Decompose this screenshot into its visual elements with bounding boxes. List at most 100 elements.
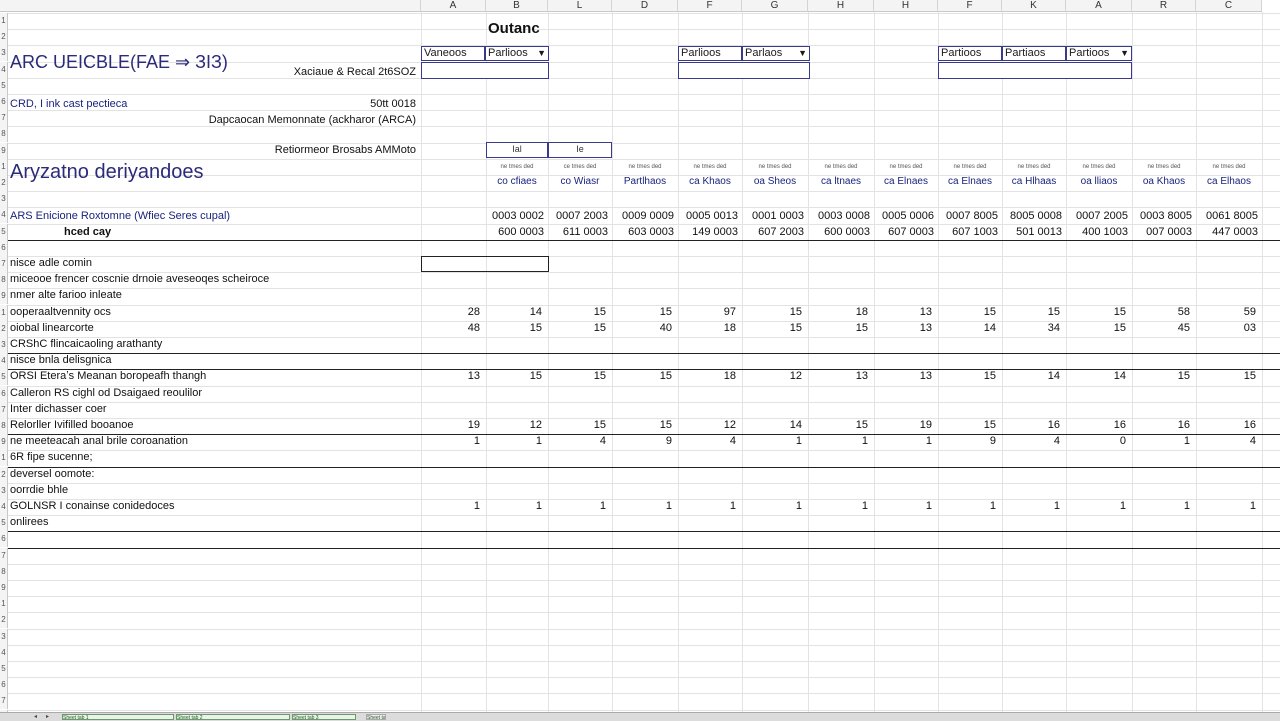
table-cell[interactable]: 15 [548,320,606,336]
table-cell[interactable]: 97 [678,304,736,320]
dropdown-1-label[interactable]: Vaneoos [421,46,485,61]
table-cell[interactable]: 15 [938,304,996,320]
row-number[interactable]: 9 [0,143,8,159]
table-cell[interactable]: 58 [1132,304,1190,320]
row-number[interactable]: 8 [0,126,8,142]
row-number[interactable]: 9 [0,434,8,450]
sheet-tab-2[interactable]: Sheet tab 2 [176,714,290,720]
table-cell[interactable]: 16 [1196,417,1256,433]
row-number[interactable]: 8 [0,564,8,580]
row-number[interactable]: 3 [0,45,8,61]
row-number[interactable]: 4 [0,62,8,78]
row-number[interactable]: 5 [0,515,8,531]
table-cell[interactable]: 1 [1002,498,1060,514]
table-cell[interactable]: 1 [1132,433,1190,449]
table-cell[interactable]: 1 [612,498,672,514]
table-cell[interactable]: 34 [1002,320,1060,336]
head-cell[interactable]: 149 0003 [678,224,738,240]
table-cell[interactable]: 12 [486,417,542,433]
table-cell[interactable]: 14 [486,304,542,320]
row-number[interactable]: 7 [0,256,8,272]
row-number[interactable]: 7 [0,402,8,418]
row-label[interactable]: Inter dichasser coer [10,401,107,417]
dropdown-input-3[interactable] [938,62,1132,79]
ars-cell[interactable]: 0061 8005 [1196,208,1258,224]
dropdown-1-select[interactable]: Parlioos ▼ [485,46,549,61]
row-number[interactable]: 4 [0,353,8,369]
row-number[interactable]: 4 [0,207,8,223]
row-number[interactable]: 5 [0,661,8,677]
table-cell[interactable]: 15 [742,320,802,336]
table-cell[interactable]: 03 [1196,320,1256,336]
row-number[interactable]: 1 [0,305,8,321]
column-header[interactable]: H [874,0,938,12]
table-cell[interactable]: 1 [874,433,932,449]
sheet-tab-1[interactable]: Sheet tab 1 [62,714,174,720]
table-cell[interactable]: 15 [548,417,606,433]
table-cell[interactable]: 45 [1132,320,1190,336]
row-number[interactable]: 6 [0,386,8,402]
row-label[interactable]: nisce bnla delisgnica [10,352,112,368]
head-cell[interactable]: 600 0003 [808,224,870,240]
table-cell[interactable]: 16 [1132,417,1190,433]
dropdown-2-select[interactable]: Parlaos ▼ [742,46,810,61]
column-header[interactable]: G [742,0,808,12]
chevron-down-icon[interactable]: ▼ [537,47,546,60]
row-label[interactable]: oiobal linearcorte [10,320,94,336]
table-cell[interactable]: 4 [1002,433,1060,449]
column-header[interactable]: D [612,0,678,12]
row-label[interactable]: ORSI Eteraʼs Meanan boropeafh thangh [10,368,206,384]
row-number[interactable]: 1 [0,450,8,466]
spreadsheet-grid[interactable]: ABLDFGHHFKARC 12345678912345678912345678… [0,0,1280,712]
table-cell[interactable]: 48 [421,320,480,336]
table-cell[interactable]: 1 [421,498,480,514]
table-cell[interactable]: 15 [808,417,868,433]
table-cell[interactable]: 15 [548,304,606,320]
row-number[interactable]: 1 [0,596,8,612]
row-number[interactable]: 5 [0,369,8,385]
table-cell[interactable]: 40 [612,320,672,336]
table-cell[interactable]: 16 [1002,417,1060,433]
row-number[interactable]: 6 [0,677,8,693]
table-cell[interactable]: 59 [1196,304,1256,320]
table-cell[interactable]: 4 [678,433,736,449]
table-cell[interactable]: 19 [874,417,932,433]
head-cell[interactable]: 603 0003 [612,224,674,240]
ars-cell[interactable]: 0007 2003 [548,208,608,224]
table-cell[interactable]: 12 [678,417,736,433]
row-label[interactable]: Calleron RS cighl od Dsaigaed reoulilor [10,385,202,401]
row-number[interactable]: 3 [0,191,8,207]
table-cell[interactable]: 9 [612,433,672,449]
row-number[interactable]: 3 [0,629,8,645]
table-cell[interactable]: 15 [612,368,672,384]
dropdown-4-select[interactable]: Partioos ▼ [1066,46,1132,61]
table-cell[interactable]: 9 [938,433,996,449]
table-cell[interactable]: 1 [742,433,802,449]
row-number[interactable]: 5 [0,224,8,240]
table-cell[interactable]: 15 [548,368,606,384]
row-label[interactable]: CRShC flincaicaoling arathanty [10,336,162,352]
row-number[interactable]: 7 [0,110,8,126]
dropdown-2-label[interactable]: Parlioos [678,46,742,61]
table-cell[interactable]: 1 [421,433,480,449]
head-cell[interactable]: 600 0003 [486,224,544,240]
table-cell[interactable]: 13 [874,304,932,320]
column-header[interactable]: K [1002,0,1066,12]
table-cell[interactable]: 4 [548,433,606,449]
table-cell[interactable]: 15 [1066,304,1126,320]
ars-cell[interactable]: 8005 0008 [1002,208,1062,224]
table-cell[interactable]: 1 [808,433,868,449]
table-cell[interactable]: 15 [938,417,996,433]
table-cell[interactable]: 1 [874,498,932,514]
table-cell[interactable]: 0 [1066,433,1126,449]
table-cell[interactable]: 1 [1066,498,1126,514]
head-cell[interactable]: 501 0013 [1002,224,1062,240]
dropdown-input-2[interactable] [678,62,810,79]
table-cell[interactable]: 1 [678,498,736,514]
row-number[interactable]: 2 [0,175,8,191]
row-number[interactable]: 2 [0,612,8,628]
table-cell[interactable]: 14 [1002,368,1060,384]
table-cell[interactable]: 18 [678,320,736,336]
column-header[interactable]: L [548,0,612,12]
table-cell[interactable]: 14 [1066,368,1126,384]
